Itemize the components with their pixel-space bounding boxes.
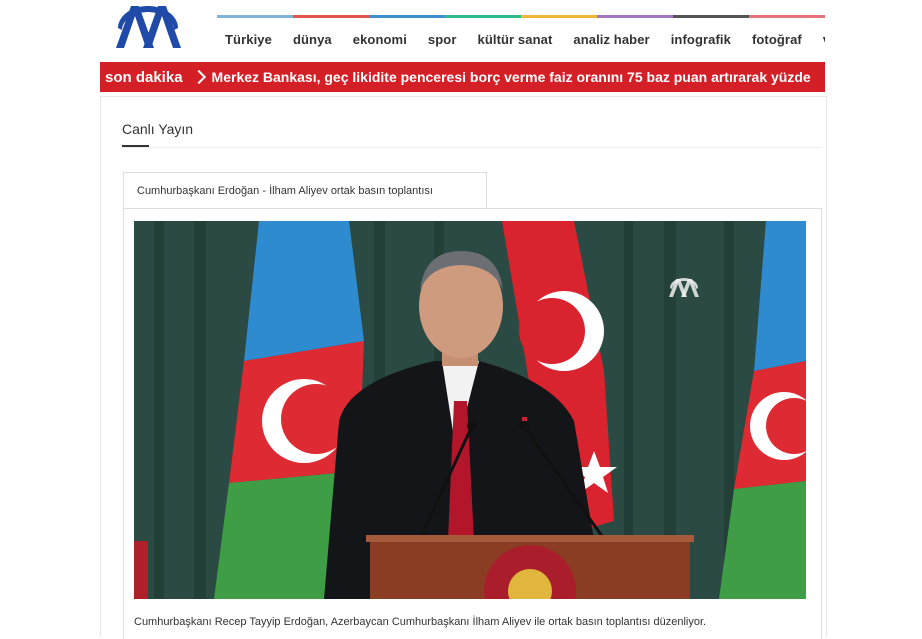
tab-live-broadcast[interactable]: Cumhurbaşkanı Erdoğan - İlham Aliyev ort… [123,172,487,208]
section-divider [122,147,822,148]
nav-color-segment [293,15,369,18]
nav-color-segment [673,15,749,18]
nav-color-segment [521,15,597,18]
nav-item[interactable]: infografik [671,32,731,52]
nav-color-segment [445,15,521,18]
nav-item[interactable]: analiz haber [573,32,649,52]
breaking-news-headline[interactable]: Merkez Bankası, geç likidite penceresi b… [212,69,811,85]
nav-item[interactable]: dünya [293,32,332,52]
nav-color-segment [369,15,445,18]
nav-item[interactable]: v [823,32,825,52]
live-stream-panel: Canlı Yayın Cumhurbaşkanı Erdoğan - İlha… [100,96,827,639]
video-player[interactable] [134,221,806,599]
aa-logo[interactable] [112,0,184,52]
nav-item[interactable]: kültür sanat [477,32,552,52]
nav-item[interactable]: fotoğraf [752,32,802,52]
nav-item[interactable]: Türkiye [225,32,272,52]
nav-color-segment [217,15,293,18]
nav-color-bar [217,15,825,18]
main-navigation: Türkiye dünya ekonomi spor kültür sanat anali… [225,32,825,52]
section-title: Canlı Yayın [122,121,194,137]
breaking-news-label: son dakika [105,68,183,86]
nav-color-segment [597,15,673,18]
nav-item[interactable]: ekonomi [353,32,407,52]
podium [366,535,694,599]
chevron-right-icon [191,69,206,85]
nav-item[interactable]: spor [428,32,457,52]
breaking-news-bar: son dakika Merkez Bankası, geç likidite … [100,62,825,92]
nav-color-segment [749,15,825,18]
video-caption: Cumhurbaşkanı Recep Tayyip Erdoğan, Azer… [134,616,707,628]
video-frame-image [134,221,806,599]
